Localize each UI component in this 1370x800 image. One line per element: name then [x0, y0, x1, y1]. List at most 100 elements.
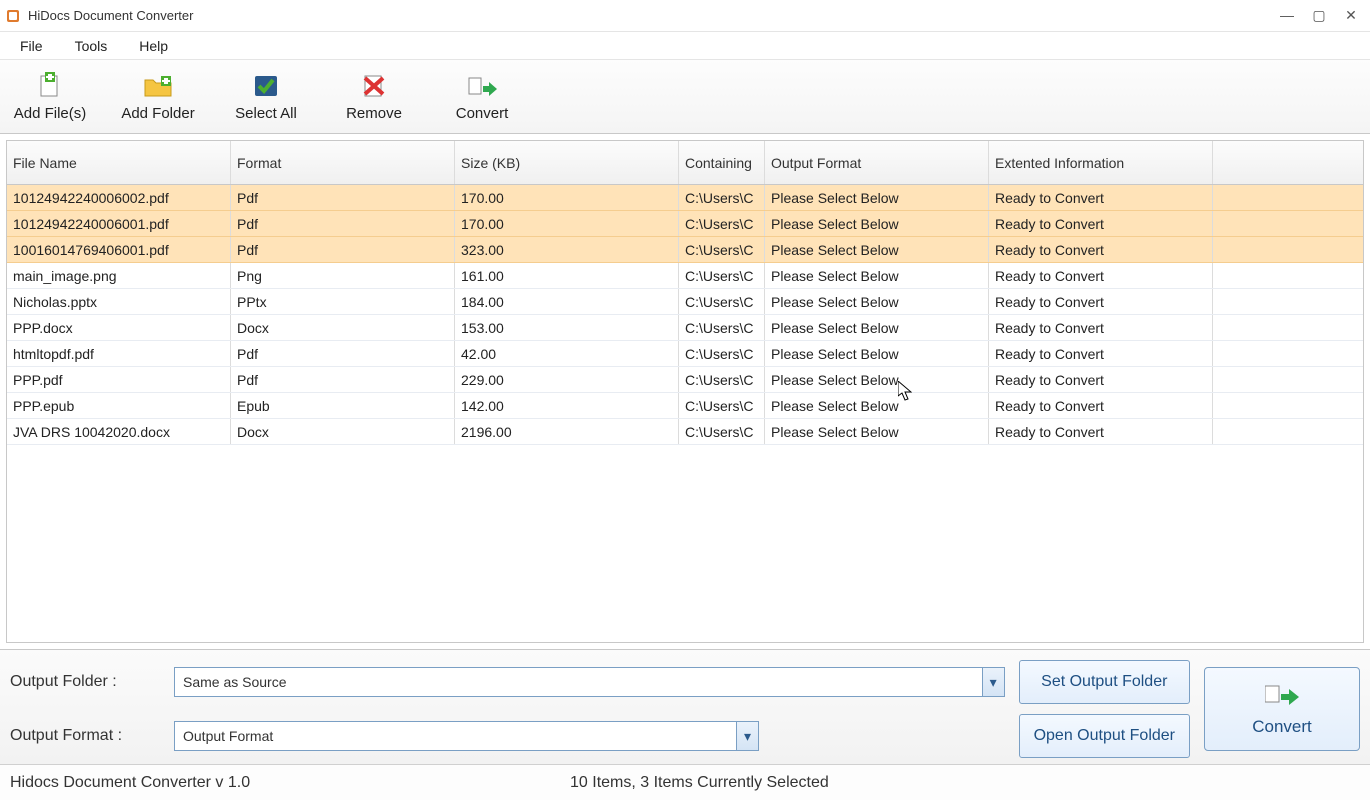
- minimize-button[interactable]: —: [1280, 7, 1294, 24]
- cell-format: Pdf: [231, 211, 455, 236]
- cell-rest: [1213, 367, 1363, 392]
- cell-rest: [1213, 237, 1363, 262]
- col-header-extinfo[interactable]: Extented Information: [989, 141, 1213, 184]
- table-row[interactable]: PPP.docxDocx153.00C:\Users\CPlease Selec…: [7, 315, 1363, 341]
- cell-format: Png: [231, 263, 455, 288]
- cell-extinfo: Ready to Convert: [989, 367, 1213, 392]
- table-header: File Name Format Size (KB) Containing Ou…: [7, 141, 1363, 185]
- cell-filename: Nicholas.pptx: [7, 289, 231, 314]
- add-files-label: Add File(s): [14, 105, 87, 122]
- cell-size: 170.00: [455, 185, 679, 210]
- cell-containing: C:\Users\C: [679, 185, 765, 210]
- cell-extinfo: Ready to Convert: [989, 263, 1213, 288]
- remove-button[interactable]: Remove: [334, 71, 414, 122]
- open-output-folder-button[interactable]: Open Output Folder: [1019, 714, 1190, 758]
- convert-button[interactable]: Convert: [1204, 667, 1360, 751]
- col-header-outputfmt[interactable]: Output Format: [765, 141, 989, 184]
- cell-containing: C:\Users\C: [679, 341, 765, 366]
- table-row[interactable]: PPP.pdfPdf229.00C:\Users\CPlease Select …: [7, 367, 1363, 393]
- output-folder-combo[interactable]: Same as Source ▾: [174, 667, 1005, 697]
- col-header-rest: [1213, 141, 1363, 184]
- cell-outputfmt: Please Select Below: [765, 341, 989, 366]
- col-header-containing[interactable]: Containing: [679, 141, 765, 184]
- convert-toolbar-button[interactable]: Convert: [442, 71, 522, 122]
- cell-size: 170.00: [455, 211, 679, 236]
- chevron-down-icon: ▾: [736, 722, 758, 750]
- cell-size: 161.00: [455, 263, 679, 288]
- cell-format: Docx: [231, 419, 455, 444]
- cell-format: Epub: [231, 393, 455, 418]
- convert-panel: Convert: [1204, 667, 1360, 751]
- add-folder-icon: [141, 71, 175, 101]
- table-row[interactable]: JVA DRS 10042020.docxDocx2196.00C:\Users…: [7, 419, 1363, 445]
- cell-containing: C:\Users\C: [679, 367, 765, 392]
- cell-outputfmt: Please Select Below: [765, 419, 989, 444]
- cell-outputfmt: Please Select Below: [765, 289, 989, 314]
- cell-rest: [1213, 211, 1363, 236]
- cell-extinfo: Ready to Convert: [989, 315, 1213, 340]
- cell-containing: C:\Users\C: [679, 315, 765, 340]
- cell-format: Pdf: [231, 367, 455, 392]
- maximize-button[interactable]: ▢: [1312, 7, 1326, 24]
- table-row[interactable]: PPP.epubEpub142.00C:\Users\CPlease Selec…: [7, 393, 1363, 419]
- cell-containing: C:\Users\C: [679, 419, 765, 444]
- cell-outputfmt: Please Select Below: [765, 211, 989, 236]
- cell-filename: 10016014769406001.pdf: [7, 237, 231, 262]
- cell-rest: [1213, 393, 1363, 418]
- convert-arrow-icon: [1265, 682, 1299, 711]
- add-files-button[interactable]: Add File(s): [10, 71, 90, 122]
- bottom-panel: Output Folder : Same as Source ▾ Set Out…: [0, 649, 1370, 764]
- file-table: File Name Format Size (KB) Containing Ou…: [6, 140, 1364, 643]
- cell-containing: C:\Users\C: [679, 237, 765, 262]
- col-header-filename[interactable]: File Name: [7, 141, 231, 184]
- cell-filename: htmltopdf.pdf: [7, 341, 231, 366]
- cell-size: 184.00: [455, 289, 679, 314]
- cell-outputfmt: Please Select Below: [765, 237, 989, 262]
- col-header-format[interactable]: Format: [231, 141, 455, 184]
- cell-format: Pdf: [231, 341, 455, 366]
- cell-rest: [1213, 185, 1363, 210]
- select-all-button[interactable]: Select All: [226, 71, 306, 122]
- cell-filename: PPP.pdf: [7, 367, 231, 392]
- table-body: 10124942240006002.pdfPdf170.00C:\Users\C…: [7, 185, 1363, 445]
- cell-extinfo: Ready to Convert: [989, 419, 1213, 444]
- output-folder-label: Output Folder :: [10, 673, 160, 691]
- cell-size: 323.00: [455, 237, 679, 262]
- menu-tools[interactable]: Tools: [61, 35, 122, 57]
- cell-extinfo: Ready to Convert: [989, 211, 1213, 236]
- cell-rest: [1213, 263, 1363, 288]
- select-all-icon: [249, 71, 283, 101]
- statusbar: Hidocs Document Converter v 1.0 10 Items…: [0, 764, 1370, 800]
- cell-rest: [1213, 315, 1363, 340]
- titlebar: HiDocs Document Converter — ▢ ✕: [0, 0, 1370, 32]
- cell-rest: [1213, 419, 1363, 444]
- output-format-combo[interactable]: Output Format ▾: [174, 721, 759, 751]
- cell-format: Pdf: [231, 185, 455, 210]
- close-button[interactable]: ✕: [1344, 7, 1358, 24]
- table-row[interactable]: 10124942240006001.pdfPdf170.00C:\Users\C…: [7, 211, 1363, 237]
- col-header-size[interactable]: Size (KB): [455, 141, 679, 184]
- table-row[interactable]: main_image.pngPng161.00C:\Users\CPlease …: [7, 263, 1363, 289]
- cell-containing: C:\Users\C: [679, 393, 765, 418]
- set-output-folder-button[interactable]: Set Output Folder: [1019, 660, 1190, 704]
- convert-icon: [465, 71, 499, 101]
- cell-outputfmt: Please Select Below: [765, 315, 989, 340]
- remove-label: Remove: [346, 105, 402, 122]
- add-folder-button[interactable]: Add Folder: [118, 71, 198, 122]
- convert-button-label: Convert: [1252, 717, 1312, 737]
- table-row[interactable]: 10016014769406001.pdfPdf323.00C:\Users\C…: [7, 237, 1363, 263]
- cell-filename: 10124942240006001.pdf: [7, 211, 231, 236]
- table-row[interactable]: htmltopdf.pdfPdf42.00C:\Users\CPlease Se…: [7, 341, 1363, 367]
- menu-file[interactable]: File: [6, 35, 57, 57]
- output-format-value: Output Format: [183, 728, 273, 744]
- cell-size: 2196.00: [455, 419, 679, 444]
- cell-filename: PPP.epub: [7, 393, 231, 418]
- remove-icon: [357, 71, 391, 101]
- menu-help[interactable]: Help: [125, 35, 182, 57]
- table-row[interactable]: 10124942240006002.pdfPdf170.00C:\Users\C…: [7, 185, 1363, 211]
- cell-filename: JVA DRS 10042020.docx: [7, 419, 231, 444]
- table-row[interactable]: Nicholas.pptxPPtx184.00C:\Users\CPlease …: [7, 289, 1363, 315]
- cell-outputfmt: Please Select Below: [765, 263, 989, 288]
- toolbar: Add File(s) Add Folder Select All Remove…: [0, 60, 1370, 134]
- window-controls: — ▢ ✕: [1280, 7, 1366, 24]
